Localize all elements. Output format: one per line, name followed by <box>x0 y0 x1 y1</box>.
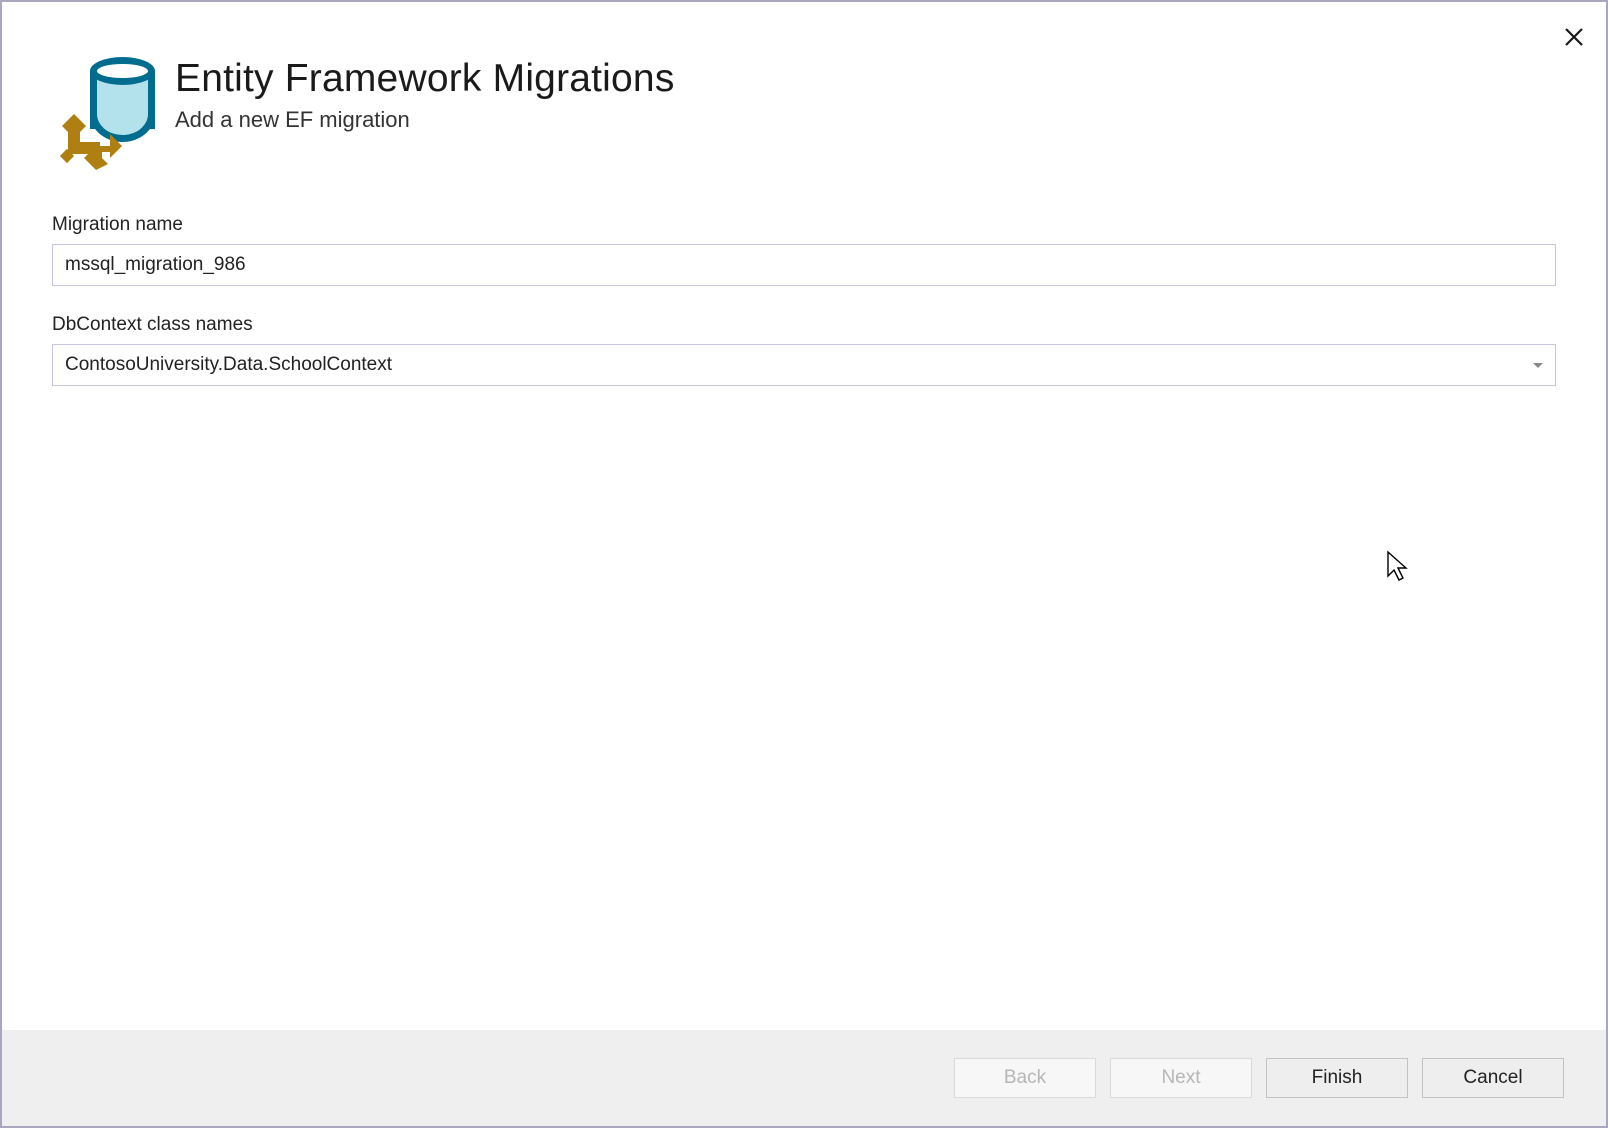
chevron-down-icon <box>1533 363 1543 368</box>
dbcontext-selected-value: ContosoUniversity.Data.SchoolContext <box>65 354 1533 376</box>
dbcontext-label: DbContext class names <box>52 314 1556 336</box>
cancel-button[interactable]: Cancel <box>1422 1058 1564 1098</box>
finish-button[interactable]: Finish <box>1266 1058 1408 1098</box>
ef-migration-icon <box>52 57 157 172</box>
back-button[interactable]: Back <box>954 1058 1096 1098</box>
next-button[interactable]: Next <box>1110 1058 1252 1098</box>
dialog-subtitle: Add a new EF migration <box>175 107 675 133</box>
cursor-icon <box>1386 550 1412 582</box>
dialog-footer: Back Next Finish Cancel <box>2 1030 1606 1126</box>
migration-name-input[interactable] <box>52 244 1556 286</box>
dbcontext-select[interactable]: ContosoUniversity.Data.SchoolContext <box>52 344 1556 386</box>
dialog-header: Entity Framework Migrations Add a new EF… <box>52 2 1556 172</box>
migration-name-label: Migration name <box>52 214 1556 236</box>
close-icon[interactable] <box>1564 24 1584 52</box>
dialog-title: Entity Framework Migrations <box>175 57 675 101</box>
